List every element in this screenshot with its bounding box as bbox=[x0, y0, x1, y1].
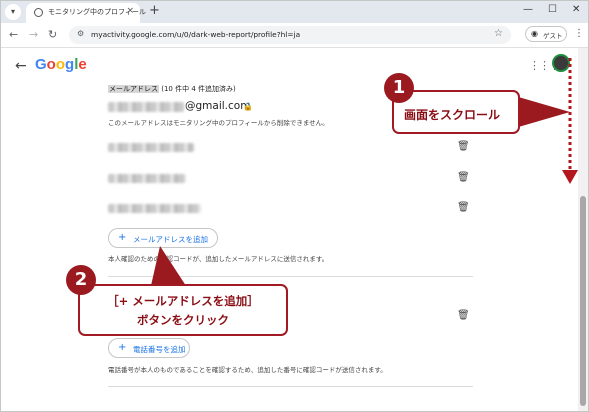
callout-add-email-line1: ［+ メールアドレスを追加］ bbox=[107, 294, 259, 308]
annotation-overlay bbox=[150, 58, 578, 292]
step-badge-1: 1 bbox=[384, 73, 414, 103]
callout1-pointer bbox=[515, 96, 570, 128]
callout-add-email-line2: ボタンをクリック bbox=[137, 313, 229, 327]
callout-scroll-text: 画面をスクロール bbox=[404, 108, 501, 122]
callout-add-email: ［+ メールアドレスを追加］ ボタンをクリック bbox=[78, 284, 288, 336]
scroll-arrow-head bbox=[562, 170, 578, 184]
step-badge-2: 2 bbox=[66, 265, 96, 295]
